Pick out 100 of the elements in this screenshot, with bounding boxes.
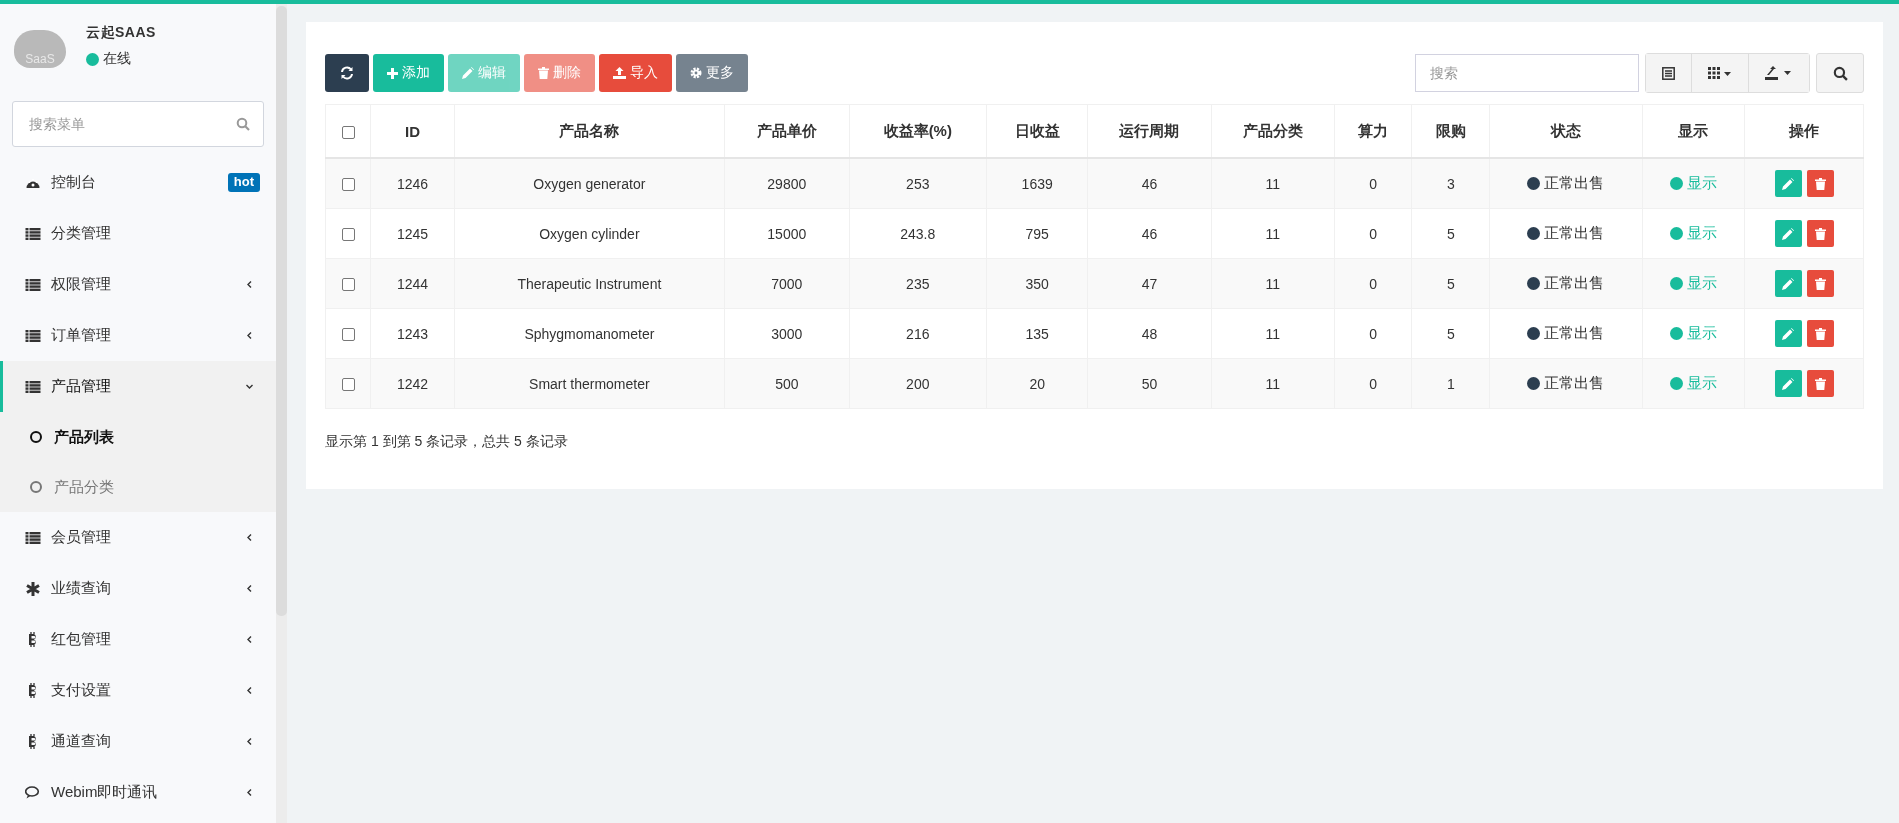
submenu-item[interactable]: 产品分类 bbox=[0, 462, 276, 512]
select-all-checkbox[interactable] bbox=[341, 126, 355, 140]
pencil-icon bbox=[1782, 177, 1794, 190]
refresh-button[interactable] bbox=[325, 54, 369, 92]
menu-item[interactable]: 红包管理 bbox=[0, 614, 276, 665]
dashboard-icon bbox=[25, 176, 41, 189]
trash-icon bbox=[1814, 377, 1826, 390]
row-checkbox[interactable] bbox=[341, 378, 355, 392]
row-checkbox[interactable] bbox=[341, 178, 355, 192]
menu-item[interactable]: 会员管理 bbox=[0, 512, 276, 563]
circle-icon bbox=[30, 481, 42, 493]
menu-label: 业绩查询 bbox=[51, 579, 112, 598]
table-cell: Smart thermometer bbox=[454, 358, 725, 409]
list-icon bbox=[25, 278, 41, 291]
chevron-left-icon bbox=[245, 584, 254, 593]
chat-icon bbox=[25, 786, 41, 799]
list-icon bbox=[25, 531, 41, 544]
table-cell: 0 bbox=[1334, 258, 1412, 309]
menu-item[interactable]: 控制台 hot bbox=[0, 157, 276, 208]
menu-item[interactable]: 订单管理 bbox=[0, 310, 276, 361]
row-checkbox[interactable] bbox=[341, 278, 355, 292]
table-cell: 500 bbox=[724, 358, 850, 409]
table-cell: 3 bbox=[1412, 158, 1490, 209]
edit-button[interactable] bbox=[1774, 220, 1802, 247]
toggle-view-button[interactable] bbox=[1646, 54, 1692, 92]
display-label: 显示 bbox=[1669, 274, 1717, 293]
table-cell: 29800 bbox=[724, 158, 850, 209]
menu-item[interactable]: 产品管理 bbox=[0, 361, 276, 412]
chevron-left-icon bbox=[245, 686, 254, 695]
trash-icon bbox=[1814, 177, 1826, 190]
table-cell: 48 bbox=[1087, 308, 1212, 359]
menu-label: 通道查询 bbox=[51, 732, 112, 751]
table-cell: 47 bbox=[1087, 258, 1212, 309]
scrollbar[interactable] bbox=[276, 6, 287, 616]
table-cell: Therapeutic Instrument bbox=[454, 258, 725, 309]
table-cell: 3000 bbox=[724, 308, 850, 359]
delete-button[interactable] bbox=[1806, 270, 1834, 297]
delete-button[interactable] bbox=[1806, 170, 1834, 197]
table-cell: 20 bbox=[986, 358, 1088, 409]
trash-icon bbox=[1814, 227, 1826, 240]
table-cell: 243.8 bbox=[849, 208, 987, 259]
row-checkbox[interactable] bbox=[341, 328, 355, 342]
upload-icon bbox=[613, 67, 626, 79]
more-button[interactable]: 更多 bbox=[676, 54, 748, 92]
chevron-left-icon bbox=[245, 331, 254, 340]
table-cell: 11 bbox=[1211, 158, 1335, 209]
chevron-left-icon bbox=[245, 533, 254, 542]
table-cell: 0 bbox=[1334, 358, 1412, 409]
menu-item[interactable]: 通道查询 bbox=[0, 716, 276, 767]
search-button[interactable] bbox=[1816, 53, 1864, 93]
table-cell: 135 bbox=[986, 308, 1088, 359]
menu-label: 控制台 bbox=[51, 173, 97, 192]
menu-label: 产品管理 bbox=[51, 377, 112, 396]
circle-icon bbox=[30, 431, 42, 443]
import-button[interactable]: 导入 bbox=[599, 54, 672, 92]
menu-label: 支付设置 bbox=[51, 681, 112, 700]
table-cell: 0 bbox=[1334, 158, 1412, 209]
table-cell: 1 bbox=[1412, 358, 1490, 409]
menu-item[interactable]: 业绩查询 bbox=[0, 563, 276, 614]
edit-button[interactable] bbox=[1774, 370, 1802, 397]
table-cell: 350 bbox=[986, 258, 1088, 309]
menu-item[interactable]: 权限管理 bbox=[0, 259, 276, 310]
table-cell: 46 bbox=[1087, 208, 1212, 259]
chevron-left-icon bbox=[245, 737, 254, 746]
delete-button[interactable] bbox=[1806, 320, 1834, 347]
table-cell: 11 bbox=[1211, 258, 1335, 309]
submenu-item[interactable]: 产品列表 bbox=[0, 412, 276, 462]
chevron-down-icon bbox=[245, 382, 254, 391]
status-label: 正常出售 bbox=[1527, 274, 1605, 293]
edit-button[interactable] bbox=[1774, 170, 1802, 197]
delete-button[interactable] bbox=[1806, 220, 1834, 247]
trash-icon bbox=[1814, 327, 1826, 340]
export-button[interactable] bbox=[1749, 54, 1809, 92]
menu-item[interactable]: Webim即时通讯 bbox=[0, 767, 276, 818]
row-checkbox[interactable] bbox=[341, 228, 355, 242]
table-icon bbox=[1662, 66, 1675, 80]
status-label: 在线 bbox=[103, 50, 131, 68]
pencil-icon bbox=[1782, 377, 1794, 390]
table-cell: 1639 bbox=[986, 158, 1088, 209]
search-icon bbox=[236, 117, 250, 131]
table-cell: 216 bbox=[849, 308, 987, 359]
menu-item[interactable]: 分类管理 bbox=[0, 208, 276, 259]
edit-button[interactable] bbox=[1774, 320, 1802, 347]
trash-icon bbox=[1814, 277, 1826, 290]
refresh-icon bbox=[340, 66, 354, 80]
grid-dropdown-icon bbox=[1708, 67, 1732, 79]
columns-button[interactable] bbox=[1692, 54, 1749, 92]
status-label: 正常出售 bbox=[1527, 374, 1605, 393]
menu-label: 订单管理 bbox=[51, 326, 112, 345]
delete-button[interactable] bbox=[1806, 370, 1834, 397]
table-cell: 15000 bbox=[724, 208, 850, 259]
list-icon bbox=[25, 329, 41, 342]
table-search-field[interactable]: 搜索 bbox=[1415, 54, 1639, 92]
edit-button[interactable] bbox=[1774, 270, 1802, 297]
menu-item[interactable]: 支付设置 bbox=[0, 665, 276, 716]
menu-search-field[interactable]: 搜索菜单 bbox=[12, 101, 264, 147]
table-cell: 795 bbox=[986, 208, 1088, 259]
pencil-icon bbox=[1782, 227, 1794, 240]
table-cell: Oxygen cylinder bbox=[454, 208, 725, 259]
table-cell: Oxygen generator bbox=[454, 158, 725, 209]
